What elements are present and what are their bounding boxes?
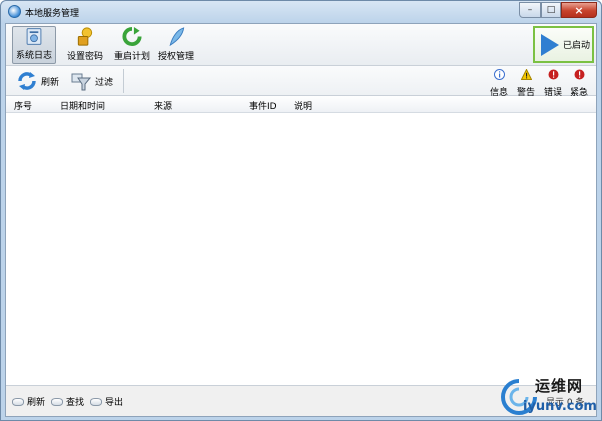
refresh-small-icon bbox=[12, 397, 24, 406]
refresh-label: 刷新 bbox=[41, 77, 60, 88]
toolbar-license-button[interactable]: 授权管理 bbox=[154, 26, 198, 64]
level-filter-critical[interactable]: 紧急 bbox=[567, 69, 591, 98]
main-window: 本地服务管理 – □ × 系统日志 设置密码 重启计划 授权管理 已启动 刷新 … bbox=[0, 0, 602, 421]
status-find-button[interactable]: 查找 bbox=[51, 395, 84, 408]
export-small-icon bbox=[90, 397, 102, 406]
watermark-domain: iyunv.com bbox=[523, 399, 597, 414]
toolbar-item-label: 重启计划 bbox=[113, 52, 150, 62]
level-filter-info[interactable]: 信息 bbox=[487, 69, 511, 98]
close-icon: × bbox=[574, 3, 584, 17]
filter-label: 过滤 bbox=[95, 77, 114, 88]
feather-icon bbox=[169, 27, 185, 47]
column-header-datetime[interactable]: 日期和时间 bbox=[60, 99, 105, 112]
log-icon bbox=[26, 28, 42, 45]
filter-button[interactable]: 过滤 bbox=[70, 69, 113, 93]
service-status-label: 已启动 bbox=[563, 41, 591, 51]
maximize-button[interactable]: □ bbox=[541, 2, 561, 18]
critical-icon bbox=[574, 69, 584, 80]
toolbar-system-log-button[interactable]: 系统日志 bbox=[12, 26, 56, 64]
level-filter-error[interactable]: 错误 bbox=[541, 69, 565, 98]
toolbar-item-label: 授权管理 bbox=[157, 52, 194, 62]
service-started-button[interactable]: 已启动 bbox=[533, 26, 594, 63]
column-header-source[interactable]: 来源 bbox=[154, 99, 172, 112]
watermark-name: 运维网 bbox=[535, 377, 584, 395]
title-bar[interactable]: 本地服务管理 – □ × bbox=[1, 1, 601, 23]
toolbar-separator bbox=[123, 69, 124, 93]
status-refresh-label: 刷新 bbox=[27, 398, 46, 408]
refresh-green-icon bbox=[122, 26, 142, 47]
refresh-button[interactable]: 刷新 bbox=[16, 69, 59, 93]
column-header-description[interactable]: 说明 bbox=[294, 99, 312, 112]
client-area: 系统日志 设置密码 重启计划 授权管理 已启动 刷新 过滤 信息 警告 错误 紧… bbox=[5, 23, 597, 417]
toolbar-item-label: 系统日志 bbox=[15, 51, 52, 61]
status-find-label: 查找 bbox=[66, 398, 85, 408]
find-small-icon bbox=[51, 397, 63, 406]
minimize-button[interactable]: – bbox=[519, 2, 541, 18]
maximize-icon: □ bbox=[546, 5, 556, 15]
close-button[interactable]: × bbox=[561, 2, 597, 18]
key-lock-icon bbox=[77, 27, 93, 46]
toolbar-set-password-button[interactable]: 设置密码 bbox=[62, 26, 108, 64]
error-icon bbox=[548, 69, 558, 80]
toolbar-restart-plan-button[interactable]: 重启计划 bbox=[110, 26, 154, 64]
status-export-label: 导出 bbox=[105, 398, 124, 408]
play-icon bbox=[541, 33, 559, 56]
event-log-list[interactable]: 序号 日期和时间 来源 事件ID 说明 bbox=[6, 96, 596, 386]
toolbar-item-label: 设置密码 bbox=[66, 52, 103, 62]
column-header-event-id[interactable]: 事件ID bbox=[249, 99, 277, 112]
window-title: 本地服务管理 bbox=[25, 9, 80, 19]
list-header: 序号 日期和时间 来源 事件ID 说明 bbox=[6, 96, 596, 113]
status-export-button[interactable]: 导出 bbox=[90, 395, 123, 408]
sub-toolbar: 刷新 过滤 信息 警告 错误 紧急 bbox=[6, 66, 596, 98]
level-filter-warning[interactable]: 警告 bbox=[514, 68, 538, 98]
info-icon bbox=[493, 69, 505, 80]
filter-icon bbox=[71, 73, 92, 91]
minimize-icon: – bbox=[527, 5, 533, 15]
watermark: 运维网 iyunv.com bbox=[499, 373, 602, 419]
status-refresh-button[interactable]: 刷新 bbox=[12, 395, 45, 408]
app-icon bbox=[8, 5, 21, 18]
column-header-index[interactable]: 序号 bbox=[14, 99, 32, 112]
refresh-icon bbox=[18, 72, 36, 90]
main-toolbar: 系统日志 设置密码 重启计划 授权管理 已启动 bbox=[6, 24, 596, 66]
warning-icon bbox=[520, 68, 532, 80]
